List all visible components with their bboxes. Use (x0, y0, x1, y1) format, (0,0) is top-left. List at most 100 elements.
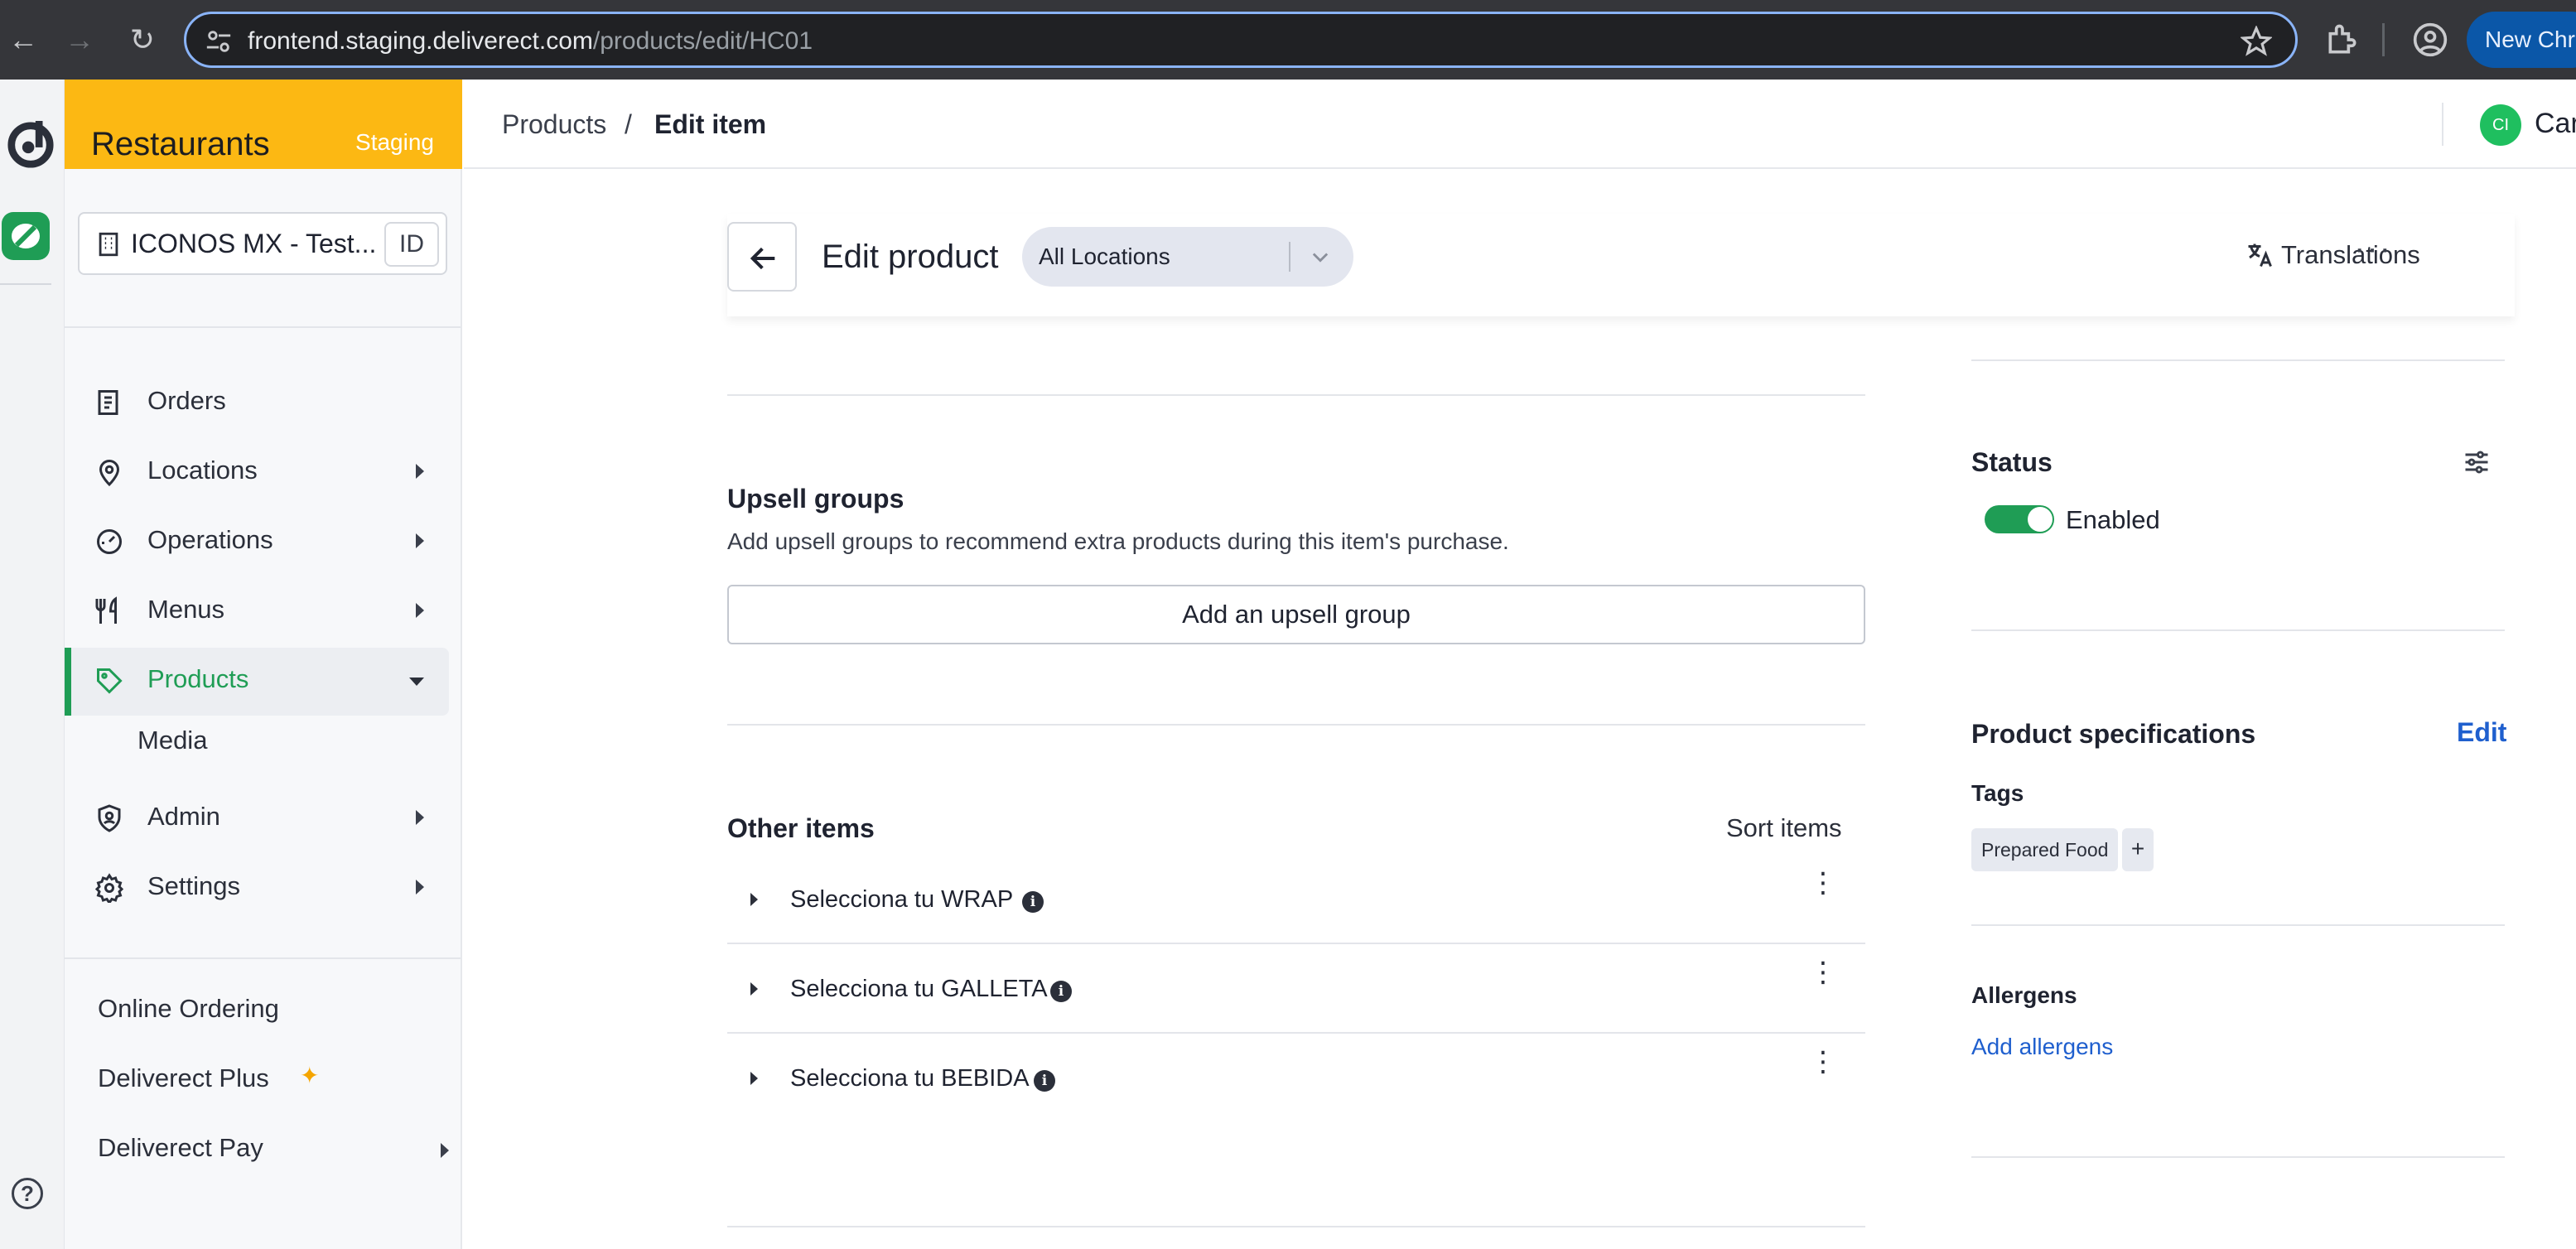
sidebar-item-deliverect-plus[interactable]: Deliverect Plus ✦ (98, 1063, 319, 1093)
section-divider (727, 394, 1865, 396)
sliders-icon[interactable] (2462, 447, 2492, 477)
translations-button[interactable]: Translations (2281, 240, 2420, 270)
sidebar-item-label: Menus (147, 595, 225, 624)
sidebar-item-label: Admin (147, 802, 220, 831)
sidebar-item-label: Deliverect Plus (98, 1063, 269, 1092)
tag-chip[interactable]: Prepared Food (1971, 828, 2119, 871)
breadcrumb-products-link[interactable]: Products (502, 109, 606, 140)
forward-arrow-icon[interactable]: → (60, 20, 99, 60)
status-title: Status (1971, 447, 2053, 477)
sidebar-item-label: Settings (147, 871, 241, 900)
add-upsell-group-button[interactable]: Add an upsell group (727, 585, 1865, 644)
info-icon[interactable]: i (1034, 1070, 1055, 1092)
toolbar-divider (2382, 23, 2385, 56)
brand-title: Restaurants (91, 126, 270, 162)
sparkle-icon: ✦ (300, 1063, 320, 1088)
account-selector[interactable]: ICONOS MX - Test... ID (78, 212, 447, 275)
section-divider (727, 1226, 1865, 1227)
sidebar-item-label: Orders (147, 386, 226, 415)
sidebar-divider (65, 326, 461, 328)
sidebar-item-menus[interactable]: Menus (65, 578, 449, 646)
list-item-label: Selecciona tu BEBIDA (790, 1065, 1030, 1092)
kebab-menu-icon[interactable]: ⋮ (1809, 1048, 1837, 1076)
chevron-down-icon (409, 678, 424, 686)
cutlery-icon (95, 596, 117, 624)
sidebar-item-online-ordering[interactable]: Online Ordering (98, 994, 279, 1024)
sidebar-item-deliverect-pay[interactable]: Deliverect Pay (98, 1133, 449, 1163)
breadcrumb-current: Edit item (654, 109, 767, 139)
browser-toolbar: ← → ↻ frontend.staging.deliverect.com/pr… (0, 0, 2576, 80)
chevron-right-icon (416, 533, 424, 548)
other-items-title: Other items (727, 813, 875, 843)
sort-items-button[interactable]: Sort items (1726, 813, 1842, 843)
list-item[interactable]: Selecciona tu GALLETA i ⋮ (727, 946, 1865, 1034)
expand-caret-icon[interactable] (750, 893, 758, 906)
reload-icon[interactable]: ↻ (123, 20, 162, 60)
app-rail: ? (0, 80, 65, 1249)
more-options-button[interactable]: ··· (2354, 230, 2392, 268)
expand-caret-icon[interactable] (750, 982, 758, 996)
sidebar-item-operations[interactable]: Operations (65, 509, 449, 576)
site-settings-icon[interactable] (205, 27, 233, 55)
back-arrow-icon[interactable]: ← (3, 20, 43, 60)
list-item-label: Selecciona tu WRAP (790, 886, 1014, 913)
user-name[interactable]: Car (2535, 108, 2576, 140)
extensions-icon[interactable] (2324, 22, 2361, 58)
upsell-groups-title: Upsell groups (727, 484, 904, 514)
location-pin-icon (99, 460, 120, 487)
upsell-groups-description: Add upsell groups to recommend extra pro… (727, 528, 1509, 554)
sidebar-item-products[interactable]: Products (65, 648, 449, 716)
translate-icon (2248, 244, 2272, 268)
breadcrumb-separator: / (625, 109, 632, 139)
account-id-button[interactable]: ID (384, 222, 439, 267)
building-icon (99, 232, 118, 257)
sidebar-divider (65, 957, 461, 959)
deliverect-logo-icon[interactable] (7, 121, 55, 169)
toggle-knob (2028, 507, 2053, 532)
topbar-divider (2442, 103, 2443, 146)
receipt-icon (98, 390, 118, 415)
sidebar-subitem-media[interactable]: Media (137, 726, 207, 755)
gauge-icon (97, 529, 122, 554)
list-item[interactable]: Selecciona tu WRAP i ⋮ (727, 856, 1865, 944)
expand-caret-icon[interactable] (750, 1072, 758, 1085)
info-icon[interactable]: i (1050, 981, 1072, 1002)
list-item[interactable]: Selecciona tu BEBIDA i ⋮ (727, 1035, 1865, 1123)
add-allergens-link[interactable]: Add allergens (1971, 1034, 2113, 1060)
kebab-menu-icon[interactable]: ⋮ (1809, 958, 1837, 986)
profile-icon[interactable] (2412, 22, 2448, 58)
sidebar-item-label: Operations (147, 525, 273, 554)
sidebar-item-settings[interactable]: Settings (65, 855, 449, 923)
select-divider (1289, 242, 1290, 272)
account-name: ICONOS MX - Test... (131, 229, 377, 258)
status-toggle-label: Enabled (2066, 505, 2160, 534)
sidebar-item-label: Online Ordering (98, 994, 279, 1023)
status-toggle[interactable] (1985, 505, 2054, 533)
sidebar-item-label: Deliverect Pay (98, 1133, 263, 1162)
sidebar-item-orders[interactable]: Orders (65, 369, 449, 437)
sidebar-item-admin[interactable]: Admin (65, 785, 449, 853)
avatar[interactable]: CI (2480, 104, 2521, 146)
row-divider (727, 1032, 1865, 1034)
kebab-menu-icon[interactable]: ⋮ (1809, 869, 1837, 897)
edit-specifications-button[interactable]: Edit (2457, 717, 2506, 748)
section-divider (1971, 359, 2505, 361)
product-specifications-title: Product specifications (1971, 719, 2256, 749)
bookmark-star-icon[interactable] (2241, 26, 2272, 57)
new-chrome-button[interactable]: New Chro (2467, 12, 2576, 68)
sidebar-item-label: Locations (147, 456, 258, 485)
tag-icon (97, 668, 123, 694)
location-select[interactable]: All Locations (1022, 227, 1353, 287)
sidebar-item-locations[interactable]: Locations (65, 439, 449, 507)
restaurants-app-icon[interactable] (2, 212, 50, 260)
top-bar: Products / Edit item CI Car (464, 80, 2576, 169)
info-icon[interactable]: i (1022, 891, 1044, 913)
chevron-down-icon (1312, 253, 1329, 263)
address-bar[interactable]: frontend.staging.deliverect.com/products… (184, 12, 2298, 68)
section-divider (1971, 1156, 2505, 1158)
help-icon[interactable]: ? (12, 1178, 43, 1209)
chevron-right-icon (441, 1143, 449, 1158)
add-tag-button[interactable]: + (2122, 828, 2154, 871)
sidebar: Restaurants Staging ICONOS MX - Test... … (65, 80, 462, 1249)
back-button[interactable] (727, 222, 797, 292)
